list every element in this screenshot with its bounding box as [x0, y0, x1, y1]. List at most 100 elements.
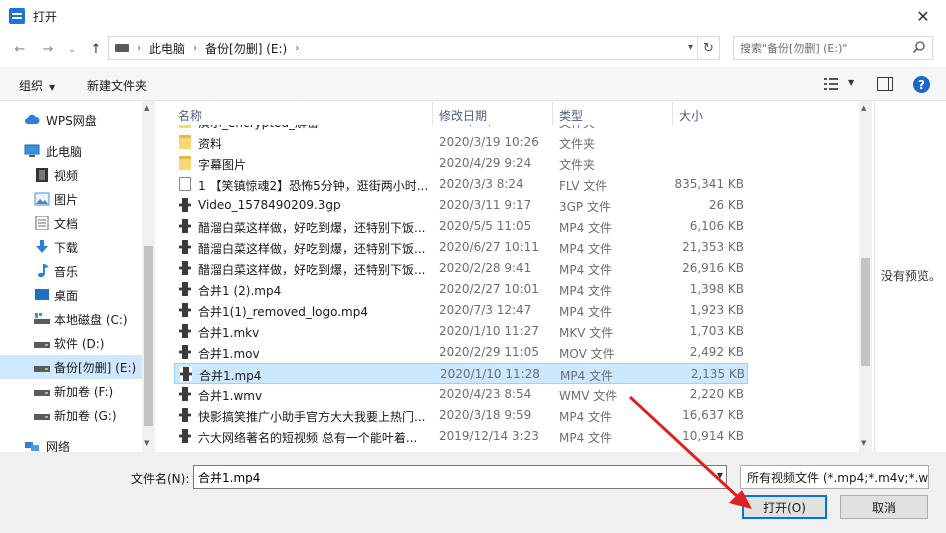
address-dropdown-icon[interactable]: ▾ [688, 42, 693, 53]
breadcrumb-chevron-icon[interactable]: › [137, 43, 141, 54]
filename-combobox[interactable]: ▼ [193, 465, 727, 489]
file-row[interactable]: 合并1.mkv 2020/1/10 11:27 MKV 文件 1,703 KB [174, 321, 748, 342]
filetype-select[interactable]: 所有视频文件 (*.mp4;*.m4v;*.w [740, 465, 929, 489]
scroll-down-icon[interactable]: ▼ [861, 439, 866, 447]
recent-locations-icon[interactable]: ⌄ [62, 40, 82, 58]
window-title: 打开 [33, 10, 58, 24]
column-type[interactable]: 类型 [559, 107, 583, 124]
file-row[interactable]: 六大网络著名的短视频 总有一个能叶着... 2019/12/14 3:23 MP4 … [174, 426, 748, 447]
flv-file-icon [179, 177, 191, 191]
file-size: 1,703 KB [689, 324, 744, 338]
close-button[interactable]: ✕ [900, 0, 946, 32]
sidebar-item-drive-d[interactable]: 软件 (D:) [0, 331, 142, 355]
view-options-icon[interactable] [823, 77, 839, 91]
file-type: 文件夹 [559, 158, 596, 172]
video-file-icon [179, 198, 191, 212]
file-row[interactable]: 合并1.mov 2020/2/29 11:05 MOV 文件 2,492 KB [174, 342, 748, 363]
file-type: 文件夹 [559, 137, 596, 151]
search-icon[interactable] [912, 40, 926, 54]
forward-arrow-icon[interactable]: → [38, 40, 58, 58]
preview-pane-icon[interactable] [877, 77, 893, 91]
file-list-scrollbar[interactable]: ▲ ▼ [859, 101, 872, 452]
file-row[interactable]: 合并1.mp4 2020/1/10 11:28 MP4 文件 2,135 KB [174, 363, 748, 384]
refresh-icon[interactable]: ↻ [698, 36, 720, 60]
scroll-up-icon[interactable]: ▲ [861, 104, 866, 112]
filename-input[interactable] [198, 470, 698, 484]
file-date: 2020/5/5 11:05 [439, 219, 532, 233]
file-row[interactable]: 醋溜白菜这样做，好吃到爆，还特别下饭... 2020/5/5 11:05 MP4 文… [174, 216, 748, 237]
file-row[interactable]: 醋溜白菜这样做，好吃到爆，还特别下饭... 2020/2/28 9:41 MP4 文… [174, 258, 748, 279]
back-arrow-icon[interactable]: ← [10, 40, 30, 58]
file-type: 3GP 文件 [559, 200, 611, 214]
column-size[interactable]: 大小 [679, 107, 703, 124]
open-button[interactable]: 打开(O) [742, 495, 827, 519]
breadcrumb-this-pc[interactable]: 此电脑 [149, 40, 185, 57]
help-icon[interactable]: ? [913, 76, 930, 93]
cancel-button[interactable]: 取消 [840, 495, 928, 519]
sidebar-item-drive-e[interactable]: 备份[勿删] (E:) [0, 355, 142, 379]
sidebar-item-documents[interactable]: 文档 [0, 211, 142, 235]
sidebar-item-downloads[interactable]: 下载 [0, 235, 142, 259]
file-name: 1 【笑镇惊魂2】恐怖5分钟，逛街两小时... [198, 179, 429, 193]
sidebar-item-drive-f[interactable]: 新加卷 (F:) [0, 379, 142, 403]
column-divider[interactable] [432, 101, 433, 125]
organize-label: 组织 [19, 79, 44, 93]
file-row[interactable]: 合并1(1)_removed_logo.mp4 2020/7/3 12:47 MP4… [174, 300, 748, 321]
sidebar-item-pictures[interactable]: 图片 [0, 187, 142, 211]
file-list-scroll-thumb[interactable] [861, 258, 870, 366]
file-name: 醋溜白菜这样做，好吃到爆，还特别下饭... [198, 242, 426, 256]
sidebar-item-videos[interactable]: 视频 [0, 163, 142, 187]
scroll-down-icon[interactable]: ▼ [144, 439, 149, 447]
sidebar-item-music[interactable]: 音乐 [0, 259, 142, 283]
address-bar[interactable]: › 此电脑 › 备份[勿删] (E:) › ▾ [108, 36, 698, 60]
file-row[interactable]: 合并1 (2).mp4 2020/2/27 10:01 MP4 文件 1,398 KB [174, 279, 748, 300]
sidebar-item-label: 图片 [54, 192, 79, 207]
file-size: 2,220 KB [689, 387, 744, 401]
column-divider[interactable] [672, 101, 673, 125]
up-arrow-icon[interactable]: ↑ [86, 40, 106, 58]
sidebar-scrollbar[interactable]: ▲ ▼ [142, 101, 155, 452]
breadcrumb-chevron-icon[interactable]: › [193, 43, 197, 54]
file-row[interactable]: 快影搞笑推广小助手官方大大我要上热门... 2020/3/18 9:59 MP4 文… [174, 405, 748, 426]
download-icon [36, 240, 48, 253]
file-row[interactable]: 1 【笑镇惊魂2】恐怖5分钟，逛街两小时... 2020/3/3 8:24 FLV … [174, 174, 748, 195]
organize-button[interactable]: 组织 ▼ [19, 77, 55, 94]
video-file-icon [179, 387, 191, 401]
sidebar-item-wps-cloud[interactable]: WPS网盘 [0, 108, 142, 132]
column-header: ⌃ 名称 修改日期 类型 大小 [158, 101, 858, 125]
file-row[interactable]: 醋溜白菜这样做，好吃到爆，还特别下饭... 2020/6/27 10:11 MP4 … [174, 237, 748, 258]
sidebar-item-drive-g[interactable]: 新加卷 (G:) [0, 403, 142, 427]
file-type: MP4 文件 [559, 431, 613, 445]
drive-icon [115, 44, 129, 52]
file-date: 2020/7/3 12:47 [439, 303, 532, 317]
column-date[interactable]: 修改日期 [439, 107, 487, 124]
column-name[interactable]: 名称 [178, 107, 202, 124]
sidebar-item-drive-c[interactable]: 本地磁盘 (C:) [0, 307, 142, 331]
file-size: 16,637 KB [682, 408, 744, 422]
sidebar-item-network[interactable]: 网络 [0, 434, 142, 452]
file-row[interactable]: 资料 2020/3/19 10:26 文件夹 [174, 132, 748, 153]
scroll-up-icon[interactable]: ▲ [144, 104, 149, 112]
file-rows: 演示_encrypted_解密2020/12/15 10:27文件夹资料2020… [158, 118, 858, 452]
navigation-bar: ← → ⌄ ↑ › 此电脑 › 备份[勿删] (E:) › ▾ ↻ [0, 32, 946, 66]
file-row[interactable]: 合并1.wmv 2020/4/23 8:54 WMV 文件 2,220 KB [174, 384, 748, 405]
sidebar-scroll-thumb[interactable] [144, 246, 153, 426]
sidebar-item-desktop[interactable]: 桌面 [0, 283, 142, 307]
file-row[interactable]: 字幕图片 2020/4/29 9:24 文件夹 [174, 153, 748, 174]
sidebar-item-this-pc[interactable]: 此电脑 [0, 139, 142, 163]
video-file-icon [179, 324, 191, 338]
filetype-value: 所有视频文件 (*.mp4;*.m4v;*.w [747, 470, 929, 485]
breadcrumb-chevron-icon[interactable]: › [295, 43, 299, 54]
new-folder-button[interactable]: 新建文件夹 [87, 77, 147, 94]
search-box[interactable] [733, 36, 933, 60]
no-preview-text: 没有预览。 [881, 269, 942, 283]
sidebar-item-label: 本地磁盘 (C:) [54, 312, 128, 327]
computer-icon [24, 144, 40, 157]
column-divider[interactable] [552, 101, 553, 125]
search-input[interactable] [740, 41, 910, 55]
file-row[interactable]: Video_1578490209.3gp 2020/3/11 9:17 3GP 文件… [174, 195, 748, 216]
chevron-down-icon[interactable]: ▼ [717, 471, 723, 480]
breadcrumb-drive-e[interactable]: 备份[勿删] (E:) [205, 40, 287, 57]
view-dropdown-icon[interactable]: ▼ [848, 78, 854, 87]
file-name: 合并1.wmv [198, 389, 263, 403]
